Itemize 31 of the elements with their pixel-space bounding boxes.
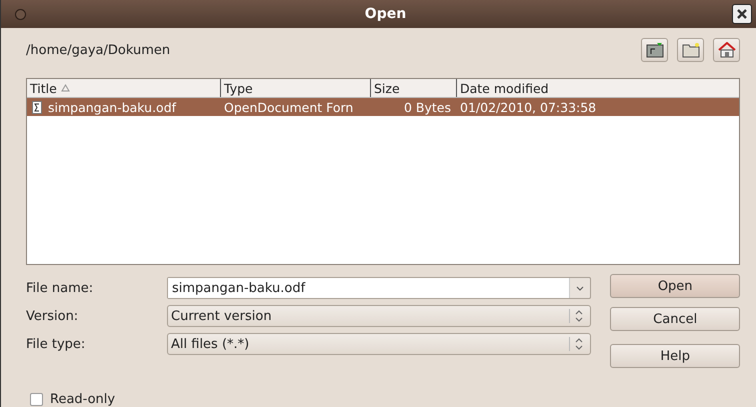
close-button[interactable] bbox=[732, 4, 752, 24]
column-header[interactable]: Title bbox=[27, 79, 221, 97]
field-label: Version: bbox=[26, 308, 80, 324]
column-header[interactable]: Date modified bbox=[457, 79, 739, 97]
file-name-combo[interactable]: simpangan-baku.odf bbox=[167, 277, 592, 299]
table-cell: 0 Bytes bbox=[404, 100, 451, 114]
table-cell: OpenDocument Forn bbox=[224, 100, 354, 114]
dialog-button[interactable]: Help bbox=[610, 344, 740, 368]
folder-up-icon[interactable] bbox=[641, 38, 668, 62]
spinner-icon[interactable] bbox=[569, 309, 584, 323]
field-label: File type: bbox=[26, 336, 86, 352]
column-header[interactable]: Size bbox=[371, 79, 457, 97]
dialog-button[interactable]: Open bbox=[610, 274, 740, 298]
select-field[interactable]: All files (*.*) bbox=[167, 333, 592, 355]
read-only-checkbox[interactable] bbox=[30, 393, 43, 406]
checkbox-label: Read-only bbox=[50, 392, 116, 407]
folder-path: /home/gaya/Dokumen bbox=[26, 42, 170, 58]
window-menu-icon[interactable] bbox=[15, 8, 26, 20]
field-label: File name: bbox=[26, 280, 94, 296]
table-cell: 01/02/2010, 07:33:58 bbox=[460, 100, 596, 114]
home-icon[interactable] bbox=[713, 38, 740, 62]
spinner-icon[interactable] bbox=[569, 337, 584, 351]
document-icon bbox=[32, 100, 42, 114]
close-icon bbox=[736, 9, 747, 19]
window-title: Open bbox=[364, 6, 406, 22]
new-folder-icon[interactable] bbox=[677, 38, 704, 62]
column-header[interactable]: Type bbox=[221, 79, 371, 97]
select-field[interactable]: Current version bbox=[167, 305, 592, 327]
file-row[interactable]: simpangan-baku.odf OpenDocument Forn 0 Bytes 01/02/2010, 07:33:58 bbox=[27, 98, 739, 116]
dialog-button[interactable]: Cancel bbox=[610, 307, 740, 331]
table-cell: simpangan-baku.odf bbox=[48, 100, 176, 114]
